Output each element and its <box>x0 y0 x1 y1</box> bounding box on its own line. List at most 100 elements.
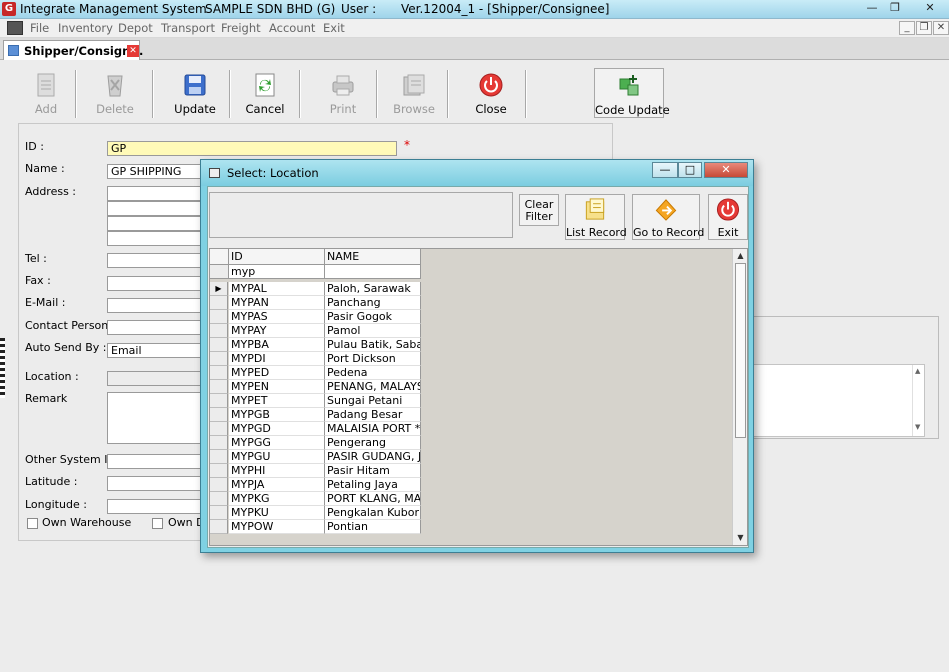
cell-name[interactable]: MALAISIA PORT * <box>325 422 421 436</box>
cell-name[interactable]: Port Dickson <box>325 352 421 366</box>
cell-name[interactable]: Pontian <box>325 520 421 534</box>
browse-button[interactable]: Browse <box>389 68 439 118</box>
email-field[interactable] <box>107 298 203 313</box>
own-warehouse-checkbox[interactable] <box>27 518 38 529</box>
mdi-window-icon[interactable] <box>7 21 23 35</box>
address-line-3[interactable] <box>107 216 203 231</box>
table-row[interactable]: MYPKU Pengkalan Kubor <box>210 506 421 520</box>
row-selector[interactable] <box>210 492 228 506</box>
table-row[interactable]: MYPJA Petaling Jaya <box>210 478 421 492</box>
go-to-record-button[interactable]: Go to Record <box>632 194 704 240</box>
other-system-id-field[interactable] <box>107 454 203 469</box>
code-update-button[interactable]: Code Update <box>594 68 670 118</box>
auto-send-select[interactable]: Email <box>107 343 203 358</box>
cell-name[interactable]: Pedena <box>325 366 421 380</box>
row-selector[interactable] <box>210 450 228 464</box>
filter-id-input[interactable]: myp <box>229 265 325 279</box>
cell-name[interactable]: PENANG, MALAYSIA <box>325 380 421 394</box>
row-selector[interactable] <box>210 352 228 366</box>
address-line-4[interactable] <box>107 231 203 246</box>
table-row[interactable]: MYPDI Port Dickson <box>210 352 421 366</box>
row-selector[interactable] <box>210 338 228 352</box>
row-selector[interactable] <box>210 394 228 408</box>
restore-window-icon[interactable]: ❐ <box>885 1 905 16</box>
table-row[interactable]: MYPAN Panchang <box>210 296 421 310</box>
cell-id[interactable]: MYPOW <box>229 520 325 534</box>
menu-account[interactable]: Account <box>269 21 315 35</box>
table-row[interactable]: MYPKGPORT KLANG, MALAYSIA <box>210 492 421 506</box>
table-row[interactable]: MYPET Sungai Petani <box>210 394 421 408</box>
dialog-title-bar[interactable]: Select: Location — □ ✕ <box>201 160 753 186</box>
contact-person-field[interactable] <box>107 320 203 335</box>
table-row[interactable]: MYPGG Pengerang <box>210 436 421 450</box>
cell-id[interactable]: MYPGU <box>229 450 325 464</box>
menu-freight[interactable]: Freight <box>221 21 261 35</box>
location-field[interactable] <box>107 371 203 386</box>
menu-depot[interactable]: Depot <box>118 21 153 35</box>
list-record-button[interactable]: List Record <box>565 194 627 240</box>
dialog-maximize-icon[interactable]: □ <box>678 162 702 178</box>
scroll-down-arrow-icon[interactable]: ▼ <box>733 531 748 545</box>
dialog-close-icon[interactable]: ✕ <box>704 162 748 178</box>
cell-name[interactable]: Pulau Batik, Sabah <box>325 338 421 352</box>
row-selector[interactable] <box>210 464 228 478</box>
cell-id[interactable]: MYPET <box>229 394 325 408</box>
scroll-up-arrow-icon[interactable]: ▲ <box>733 249 748 263</box>
row-selector[interactable] <box>210 324 228 338</box>
cell-name[interactable]: Pamol <box>325 324 421 338</box>
row-selector[interactable] <box>210 310 228 324</box>
cell-name[interactable]: PORT KLANG, MALAYSIA <box>325 492 421 506</box>
cell-id[interactable]: MYPGB <box>229 408 325 422</box>
table-row[interactable]: MYPED Pedena <box>210 366 421 380</box>
cell-id[interactable]: MYPEN <box>229 380 325 394</box>
grid-vertical-scrollbar[interactable]: ▲ ▼ <box>732 249 747 545</box>
cell-id[interactable]: MYPGD <box>229 422 325 436</box>
cell-id[interactable]: MYPED <box>229 366 325 380</box>
current-row-pointer-icon[interactable]: ▶ <box>210 282 228 296</box>
latitude-field[interactable] <box>107 476 203 491</box>
menu-transport[interactable]: Transport <box>161 21 215 35</box>
row-selector[interactable] <box>210 520 228 534</box>
table-row[interactable]: MYPGUPASIR GUDANG, JOHOR <box>210 450 421 464</box>
cell-id[interactable]: MYPKU <box>229 506 325 520</box>
cell-id[interactable]: MYPHI <box>229 464 325 478</box>
cancel-button[interactable]: Cancel <box>240 68 290 118</box>
remark-textarea[interactable] <box>107 392 203 444</box>
address-line-2[interactable] <box>107 201 203 216</box>
row-selector[interactable] <box>210 436 228 450</box>
menu-inventory[interactable]: Inventory <box>58 21 113 35</box>
delete-button[interactable]: Delete <box>90 68 140 118</box>
update-button[interactable]: Update <box>170 68 220 118</box>
cell-id[interactable]: MYPJA <box>229 478 325 492</box>
cell-id[interactable]: MYPAL <box>229 282 325 296</box>
minimize-window-icon[interactable]: — <box>862 1 882 16</box>
row-selector[interactable] <box>210 506 228 520</box>
close-button[interactable]: Close <box>466 68 516 118</box>
column-header-id[interactable]: ID <box>229 249 325 265</box>
tel-field[interactable] <box>107 253 203 268</box>
row-selector[interactable] <box>210 380 228 394</box>
cell-name[interactable]: Sungai Petani <box>325 394 421 408</box>
cell-name[interactable]: Pasir Hitam <box>325 464 421 478</box>
table-row[interactable]: MYPAS Pasir Gogok <box>210 310 421 324</box>
secondary-scrollbar[interactable]: ▲ ▼ <box>912 365 925 436</box>
column-header-name[interactable]: NAME <box>325 249 421 265</box>
exit-button[interactable]: Exit <box>708 194 748 240</box>
close-tab-icon[interactable]: ✕ <box>127 45 139 57</box>
table-row[interactable]: MYPGB Padang Besar <box>210 408 421 422</box>
own-d-checkbox[interactable] <box>152 518 163 529</box>
id-field[interactable]: GP <box>107 141 397 156</box>
longitude-field[interactable] <box>107 499 203 514</box>
table-row[interactable]: ▶ MYPAL Paloh, Sarawak <box>210 282 421 296</box>
cell-id[interactable]: MYPDI <box>229 352 325 366</box>
cell-name[interactable]: Pasir Gogok <box>325 310 421 324</box>
row-selector[interactable] <box>210 296 228 310</box>
scroll-thumb[interactable] <box>735 263 746 438</box>
menu-exit[interactable]: Exit <box>323 21 345 35</box>
filter-name-input[interactable] <box>325 265 421 279</box>
cell-id[interactable]: MYPKG <box>229 492 325 506</box>
cell-name[interactable]: Petaling Jaya <box>325 478 421 492</box>
menu-file[interactable]: File <box>30 21 49 35</box>
cell-id[interactable]: MYPAY <box>229 324 325 338</box>
address-line-1[interactable] <box>107 186 203 201</box>
